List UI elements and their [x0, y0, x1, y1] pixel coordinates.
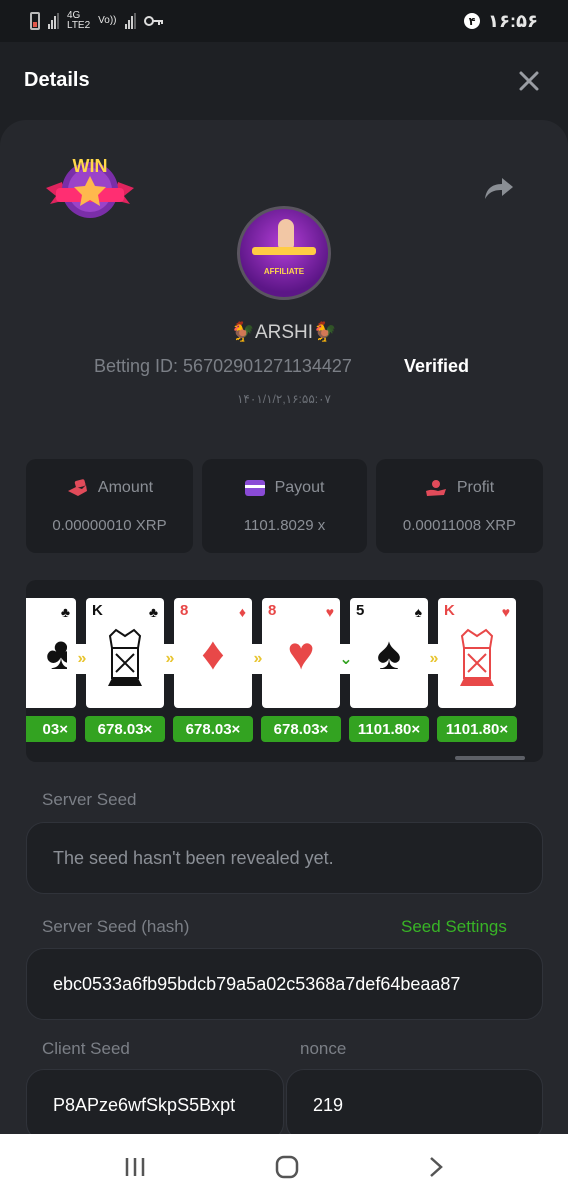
stat-profit: Profit 0.00011008 XRP — [376, 459, 543, 553]
horizontal-scrollbar[interactable] — [455, 756, 525, 760]
stat-label: Amount — [97, 479, 154, 497]
verified-badge: Verified — [404, 356, 470, 376]
share-icon[interactable] — [484, 176, 514, 200]
client-seed-label: Client Seed — [42, 1039, 130, 1058]
close-icon[interactable] — [518, 70, 540, 92]
multiplier-badge: 1101.80× — [349, 716, 429, 742]
playing-card: 8 ♦ ♦ — [174, 598, 252, 708]
username: 🐓ARSHI🐓 — [231, 322, 337, 343]
status-left: 4G LTE2 Vo)) — [30, 11, 164, 31]
client-seed-field[interactable]: P8APze6wfSkpS5Bxpt — [26, 1069, 284, 1141]
avatar: AFFILIATE — [237, 206, 331, 300]
server-seed-field[interactable]: The seed hasn't been revealed yet. — [26, 822, 543, 894]
multiplier-badge: 1101.80× — [437, 716, 517, 742]
card-rank: 5 — [356, 602, 365, 619]
card-suit: ♠ — [414, 604, 422, 620]
avatar-banner — [252, 247, 316, 255]
nonce-label: nonce — [300, 1039, 347, 1058]
card-rank: K — [92, 602, 103, 619]
signal-2-icon — [124, 13, 136, 29]
server-hash-field[interactable]: ebc0533a6fb95bdcb79a5a02c5368a7def64beaa… — [26, 948, 543, 1020]
clock: ۱۶:۵۶ — [488, 10, 538, 31]
stat-value: 0.00000010 XRP — [52, 517, 167, 534]
card-suit-large: ♦ — [201, 627, 225, 679]
status-right: ۴ ۱۶:۵۶ — [464, 11, 538, 32]
avatar-figure — [278, 219, 294, 249]
card-suit: ♣ — [148, 604, 158, 620]
card-suit: ♥ — [325, 604, 334, 620]
signal-icon — [48, 13, 59, 29]
multiplier-badge: 678.03× — [261, 716, 341, 742]
server-hash-label: Server Seed (hash) — [42, 917, 190, 936]
system-nav-bar — [0, 1134, 568, 1200]
bet-date: ۱۴۰۱/۱/۲,۱۶:۵۵:۰۷ — [236, 392, 331, 406]
avatar-label: AFFILIATE — [263, 267, 305, 276]
stat-value: 1101.8029 x — [243, 517, 326, 534]
card-suit-large: ♠ — [376, 627, 402, 679]
king-icon — [460, 628, 494, 686]
stat-value: 0.00011008 XRP — [402, 517, 517, 534]
card-history[interactable]: ♣ ♣ » K ♣ » 8 ♦ ♦ » 8 ♥ ♥ ⌄ 5 ♠ ♠ » K ♥ … — [26, 580, 543, 762]
win-badge-icon: WIN — [46, 156, 134, 218]
volte-label: Vo)) — [98, 15, 117, 26]
details-header: Details — [0, 42, 568, 122]
playing-card: 8 ♥ ♥ — [262, 598, 340, 708]
card-suit: ♥ — [501, 604, 510, 620]
playing-card: K ♥ — [438, 598, 516, 708]
nonce-field[interactable]: 219 — [286, 1069, 543, 1141]
seed-settings-link[interactable]: Seed Settings — [401, 917, 507, 937]
card-suit: ♦ — [238, 604, 246, 620]
home-icon[interactable] — [275, 1155, 299, 1179]
king-icon — [108, 628, 142, 686]
network-type: 4G LTE2 — [67, 10, 91, 31]
money-hand-icon — [67, 479, 87, 496]
key-icon — [143, 16, 163, 26]
back-icon[interactable] — [428, 1156, 444, 1178]
win-badge-text: WIN — [73, 156, 108, 176]
battery-icon — [30, 12, 40, 30]
wallet-icon — [244, 479, 265, 496]
betting-id: Betting ID: 56702901271134427 — [94, 356, 352, 376]
card-suit: ♣ — [60, 604, 70, 620]
card-rank: K — [444, 602, 455, 619]
card-suit-large: ♥ — [287, 627, 315, 679]
multiplier-badge: 678.03× — [85, 716, 165, 742]
status-bar: 4G LTE2 Vo)) ۴ ۱۶:۵۶ — [0, 0, 568, 42]
recent-apps-icon[interactable] — [124, 1157, 146, 1177]
stat-label: Payout — [274, 479, 325, 496]
multiplier-badge: 678.03× — [173, 716, 253, 742]
card-rank: 8 — [268, 602, 277, 619]
stat-amount: Amount 0.00000010 XRP — [26, 459, 193, 553]
page-title: Details — [24, 69, 90, 91]
playing-card: 5 ♠ ♠ — [350, 598, 428, 708]
playing-card: K ♣ — [86, 598, 164, 708]
multiplier-badge: 03× — [26, 716, 76, 742]
server-seed-label: Server Seed — [42, 790, 137, 809]
notification-count: ۴ — [464, 13, 481, 29]
stat-payout: Payout 1101.8029 x — [202, 459, 367, 553]
profit-hand-icon — [425, 480, 446, 496]
card-rank: 8 — [180, 602, 189, 619]
stat-label: Profit — [456, 479, 495, 497]
